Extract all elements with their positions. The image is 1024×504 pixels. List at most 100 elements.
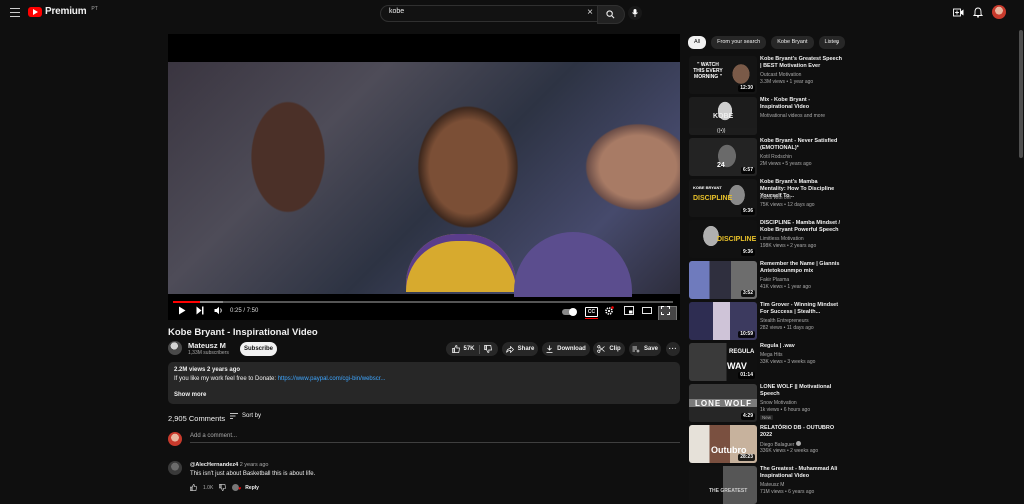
show-more-button[interactable]: Show more (174, 392, 206, 398)
recommendation-title[interactable]: Regula | .wav (760, 343, 844, 350)
recommendation-channel[interactable]: Outcast Motivation (760, 72, 801, 78)
video-thumbnail[interactable]: KOBE BRYANT DISCIPLINE 9:36 (689, 179, 757, 217)
comment-header: @AlecHernandez4 2 years ago (190, 462, 268, 468)
recommendation-channel[interactable]: Kotil Rodschin (760, 154, 792, 160)
recommendation-item[interactable]: REGULA WAV 01:14 Regula | .wav Mega Hits… (689, 343, 1019, 381)
comment-time[interactable]: 2 years ago (240, 462, 269, 468)
search-input[interactable]: kobe × (380, 5, 598, 22)
channel-name[interactable]: Mateusz M (188, 341, 226, 350)
recommendation-item[interactable]: " WATCH THIS EVERY MORNING " 12:30 Kobe … (689, 56, 1019, 94)
fullscreen-icon[interactable] (661, 306, 670, 315)
recommendation-item[interactable]: KOBE BRYANT DISCIPLINE 9:36 Kobe Bryant'… (689, 179, 1019, 217)
recommendation-title[interactable]: LONE WOLF || Motivational Speech (760, 384, 844, 398)
account-avatar[interactable] (992, 5, 1006, 19)
add-comment-input[interactable]: Add a comment... (190, 433, 237, 439)
subscriber-count: 1,33M subscribers (188, 350, 229, 356)
recommendation-title[interactable]: Mix - Kobe Bryant - Inspirational Video (760, 97, 844, 111)
commenter-avatar[interactable] (168, 461, 182, 475)
like-button[interactable]: 57K (452, 345, 475, 353)
youtube-logo[interactable]: Premium PT (28, 6, 98, 17)
recommendation-channel[interactable]: Fakir Plasma (760, 277, 789, 283)
recommendation-channel[interactable]: Facts with oni (760, 195, 791, 201)
video-thumbnail[interactable]: KOBE ((•)) (689, 97, 757, 135)
video-thumbnail[interactable]: DISCIPLINE 9:36 (689, 220, 757, 258)
clear-search-icon[interactable]: × (587, 7, 593, 18)
comment-dislike-icon[interactable] (219, 484, 227, 491)
subscribe-button[interactable]: Subscribe (240, 342, 277, 356)
recommendation-title[interactable]: DISCIPLINE - Mamba Mindset / Kobe Bryant… (760, 220, 844, 234)
recommendation-title[interactable]: Remember the Name | Giannis Antetokounmp… (760, 261, 844, 275)
video-thumbnail[interactable]: REGULA WAV 01:14 (689, 343, 757, 381)
donate-link[interactable]: https://www.paypal.com/cgi-bin/webscr... (278, 376, 386, 382)
video-thumbnail[interactable]: Outubro 28:23 (689, 425, 757, 463)
recommendation-title[interactable]: RELATÓRIO DB - OUTUBRO 2022 (760, 425, 844, 439)
video-thumbnail[interactable]: 10:59 (689, 302, 757, 340)
save-button[interactable]: Save (629, 342, 661, 356)
video-thumbnail[interactable]: THE GREATEST (689, 466, 757, 504)
comment-like-icon[interactable] (190, 484, 197, 491)
chip-from-your-search[interactable]: From your search (711, 36, 767, 49)
recommendation-channel[interactable]: Mateusz M (760, 482, 784, 488)
channel-avatar[interactable] (168, 341, 182, 355)
sort-by-button[interactable]: Sort by (230, 413, 261, 419)
recommendation-item[interactable]: DISCIPLINE 9:36 DISCIPLINE - Mamba Minds… (689, 220, 1019, 258)
chip-all[interactable]: All (688, 36, 707, 49)
recommendation-title[interactable]: Tim Grover - Winning Mindset For Success… (760, 302, 844, 316)
recommendation-item[interactable]: KOBE ((•)) Mix - Kobe Bryant - Inspirati… (689, 97, 1019, 135)
recommendation-item[interactable]: 24 6:57 Kobe Bryant - Never Satisfied (E… (689, 138, 1019, 176)
download-button[interactable]: Download (542, 342, 590, 356)
recommendation-title[interactable]: Kobe Bryant - Never Satisfied (EMOTIONAL… (760, 138, 844, 152)
progress-bar[interactable] (173, 301, 673, 303)
autoplay-toggle[interactable] (562, 308, 577, 316)
miniplayer-icon[interactable] (624, 306, 634, 315)
settings-gear-icon[interactable] (604, 306, 614, 316)
recommendation-item[interactable]: Outubro 28:23 RELATÓRIO DB - OUTUBRO 202… (689, 425, 1019, 463)
top-bar: Premium PT kobe × (0, 0, 1024, 26)
reply-button[interactable]: Reply (245, 485, 259, 491)
menu-icon[interactable] (10, 8, 20, 20)
video-thumbnail[interactable]: " WATCH THIS EVERY MORNING " 12:30 (689, 56, 757, 94)
recommendation-channel[interactable]: Snow Motivation (760, 400, 797, 406)
thumbnail-caption: LONE WOLF (695, 399, 752, 408)
like-count: 57K (463, 346, 475, 352)
recommendation-item[interactable]: 10:59 Tim Grover - Winning Mindset For S… (689, 302, 1019, 340)
clip-button[interactable]: Clip (593, 342, 625, 356)
video-thumbnail[interactable]: LONE WOLF 4:29 (689, 384, 757, 422)
recommendation-item[interactable]: THE GREATEST The Greatest - Muhammad Ali… (689, 466, 1019, 504)
subtitles-button[interactable]: CC (585, 307, 598, 317)
more-actions-button[interactable]: ··· (666, 342, 680, 356)
recommendation-channel[interactable]: Limitless Motivation (760, 236, 804, 242)
recommendation-title[interactable]: The Greatest - Muhammad Ali Inspirationa… (760, 466, 844, 480)
search-button[interactable] (597, 5, 625, 24)
recommendation-item[interactable]: 3:52 Remember the Name | Giannis Antetok… (689, 261, 1019, 299)
video-thumbnail[interactable]: 24 6:57 (689, 138, 757, 176)
share-button[interactable]: Share (502, 342, 538, 356)
theater-mode-icon[interactable] (642, 306, 652, 315)
sort-by-label: Sort by (242, 413, 262, 419)
recommendation-item[interactable]: LONE WOLF 4:29 LONE WOLF || Motivational… (689, 384, 1019, 422)
chip-kobe-bryant[interactable]: Kobe Bryant (771, 36, 814, 49)
recommendation-channel[interactable]: Stealth Entrepreneurs (760, 318, 809, 324)
thumbs-down-icon[interactable] (483, 345, 492, 353)
video-scene-arm (514, 232, 632, 297)
duration-badge: 9:36 (740, 249, 755, 256)
notifications-bell-icon[interactable] (972, 7, 984, 21)
video-player[interactable]: 0:25 / 7:50 CC (168, 34, 680, 320)
page-scrollbar[interactable] (1019, 30, 1023, 158)
volume-icon[interactable] (214, 306, 224, 315)
recommendation-channel[interactable]: Mega Hits (760, 352, 783, 358)
thumbnail-caption: KOBE (713, 113, 734, 120)
voice-search-button[interactable] (628, 6, 642, 20)
create-video-icon[interactable] (953, 8, 964, 20)
recommendation-channel[interactable]: Motivational videos and more (760, 113, 825, 119)
chevron-right-icon[interactable]: › (836, 38, 839, 47)
play-icon[interactable] (178, 306, 186, 315)
recommendation-channel[interactable]: Diego Balaguer (760, 441, 801, 448)
comment-author[interactable]: @AlecHernandez4 (190, 462, 238, 468)
recommendation-title[interactable]: Kobe Bryant's Greatest Speech | BEST Mot… (760, 56, 844, 70)
next-video-icon[interactable] (196, 306, 204, 315)
chip-listen[interactable]: Listen (818, 36, 845, 49)
video-frame[interactable] (168, 62, 680, 320)
description-box[interactable]: 2.2M views 2 years ago If you like my wo… (168, 362, 680, 404)
video-thumbnail[interactable]: 3:52 (689, 261, 757, 299)
